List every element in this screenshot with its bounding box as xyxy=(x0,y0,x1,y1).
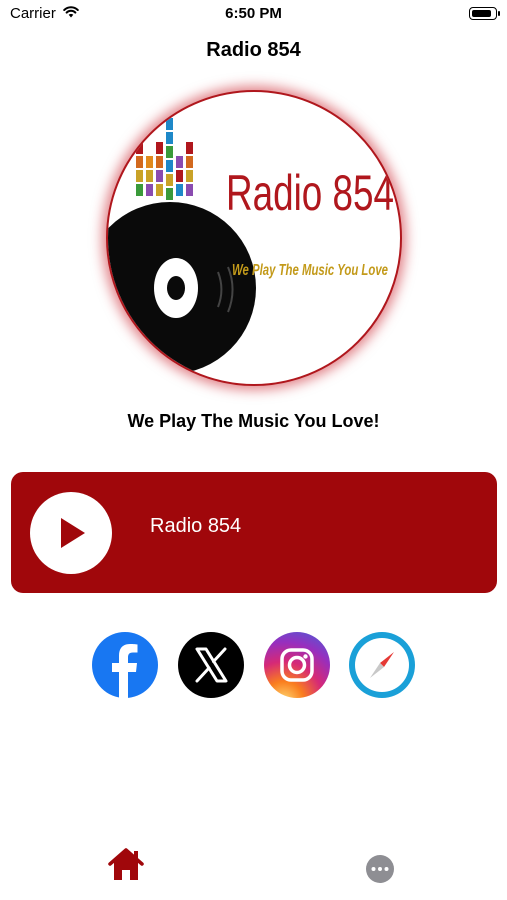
player-card: Radio 854 xyxy=(11,472,497,593)
website-button[interactable] xyxy=(349,632,415,698)
x-button[interactable] xyxy=(178,632,244,698)
facebook-button[interactable] xyxy=(92,632,158,698)
play-button[interactable] xyxy=(30,492,112,574)
station-slogan: We Play The Music You Love! xyxy=(127,411,380,431)
instagram-icon xyxy=(264,632,330,698)
play-icon xyxy=(61,518,85,548)
x-icon xyxy=(178,632,244,698)
tab-bar xyxy=(0,838,507,900)
home-icon xyxy=(108,848,144,880)
vinyl-record-graphic xyxy=(108,202,256,374)
station-logo: Radio 854 We Play The Music You Love xyxy=(106,90,402,386)
more-icon xyxy=(366,855,394,883)
logo-tagline: We Play The Music You Love xyxy=(232,262,388,279)
compass-icon xyxy=(349,632,415,698)
page-title: Radio 854 xyxy=(206,39,301,61)
logo-name: Radio 854 xyxy=(226,165,394,221)
facebook-icon xyxy=(92,632,158,698)
tab-more[interactable] xyxy=(360,844,400,884)
status-time: 6:50 PM xyxy=(225,5,282,22)
player-station-name: Radio 854 xyxy=(150,515,242,537)
battery-level xyxy=(472,10,491,17)
battery-icon xyxy=(469,7,500,20)
equalizer-graphic xyxy=(136,118,193,200)
status-bar: Carrier 6:50 PM xyxy=(0,0,507,28)
tab-home[interactable] xyxy=(106,844,146,884)
instagram-button[interactable] xyxy=(264,632,330,698)
social-links xyxy=(0,632,507,700)
